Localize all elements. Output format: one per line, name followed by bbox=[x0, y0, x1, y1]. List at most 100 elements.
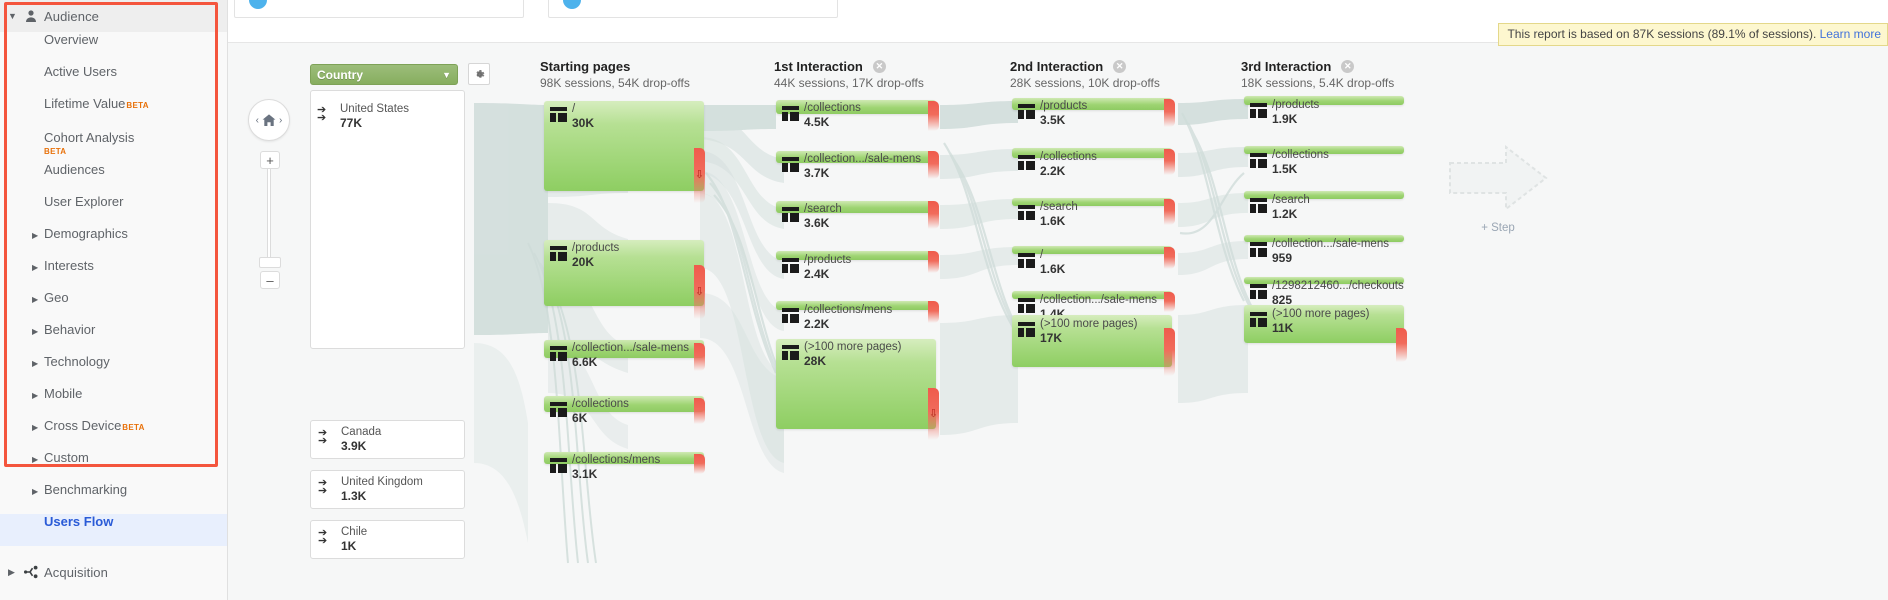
flow-node[interactable] bbox=[1244, 96, 1404, 105]
sidebar-item-users-flow[interactable]: Users Flow bbox=[0, 514, 227, 546]
sidebar-item-user-explorer[interactable]: User Explorer bbox=[0, 194, 227, 226]
dimension-node-chile[interactable]: ➔ ➔ Chile 1K bbox=[310, 520, 465, 559]
chevron-left-icon[interactable]: ‹ bbox=[256, 115, 259, 126]
flow-node[interactable] bbox=[776, 100, 936, 114]
zoom-in-button[interactable]: + bbox=[260, 151, 280, 169]
dropoff-indicator[interactable] bbox=[1396, 328, 1407, 362]
flow-node[interactable] bbox=[1012, 246, 1172, 254]
add-step-control[interactable]: + Step bbox=[1428, 143, 1568, 234]
sidebar-item-custom[interactable]: ▶ Custom bbox=[0, 450, 227, 482]
add-step-label: + Step bbox=[1481, 222, 1515, 234]
zoom-slider-track[interactable] bbox=[267, 169, 271, 257]
dimension-node-united-states[interactable]: ➔ ➔ United States 77K bbox=[310, 98, 465, 135]
dropoff-indicator[interactable] bbox=[1164, 247, 1175, 269]
acquisition-icon bbox=[18, 565, 44, 579]
flow-node[interactable] bbox=[544, 101, 704, 191]
dropoff-indicator[interactable] bbox=[694, 343, 705, 371]
flow-node[interactable] bbox=[776, 301, 936, 310]
dropoff-indicator[interactable] bbox=[694, 398, 705, 424]
flow-node[interactable] bbox=[776, 251, 936, 260]
dropoff-indicator[interactable] bbox=[928, 151, 939, 179]
dropoff-indicator[interactable] bbox=[928, 251, 939, 273]
dropoff-indicator[interactable] bbox=[1164, 199, 1175, 225]
sidebar-item-benchmarking[interactable]: ▶ Benchmarking bbox=[0, 482, 227, 514]
sidebar-section-acquisition[interactable]: ▶ Acquisition bbox=[0, 556, 227, 588]
flow-node[interactable] bbox=[1244, 277, 1404, 284]
sidebar-item-label: Lifetime Value bbox=[44, 96, 126, 111]
dropoff-indicator[interactable] bbox=[1164, 99, 1175, 127]
flow-node[interactable] bbox=[544, 240, 704, 306]
flow-node[interactable] bbox=[1012, 98, 1172, 110]
dimension-node-united-kingdom[interactable]: ➔ ➔ United Kingdom 1.3K bbox=[310, 470, 465, 509]
column-title-text: 3rd Interaction bbox=[1241, 59, 1332, 74]
sidebar-item-demographics[interactable]: ▶ Demographics bbox=[0, 226, 227, 258]
chevron-right-icon: ▶ bbox=[32, 263, 39, 272]
sidebar-item-overview[interactable]: Overview bbox=[0, 32, 227, 64]
beta-badge: BETA bbox=[126, 101, 149, 110]
zoom-out-button[interactable]: – bbox=[260, 271, 280, 289]
flow-node[interactable] bbox=[544, 396, 704, 412]
column-title: 3rd Interaction ✕ bbox=[1241, 59, 1394, 74]
learn-more-link[interactable]: Learn more bbox=[1820, 27, 1881, 41]
dropoff-indicator[interactable]: ⇩ bbox=[694, 148, 705, 203]
flow-node[interactable] bbox=[544, 340, 704, 358]
sidebar-item-mobile[interactable]: ▶ Mobile bbox=[0, 386, 227, 418]
flow-node[interactable] bbox=[1012, 291, 1172, 299]
flow-node[interactable] bbox=[1244, 305, 1404, 343]
dropoff-indicator[interactable] bbox=[1164, 149, 1175, 175]
chevron-right-icon[interactable]: › bbox=[279, 115, 282, 126]
flow-node[interactable] bbox=[1012, 315, 1172, 367]
dimension-select[interactable]: Country ▼ bbox=[310, 64, 458, 85]
dropoff-indicator[interactable] bbox=[694, 454, 705, 474]
flow-node[interactable] bbox=[1244, 146, 1404, 154]
column-header-3rd-interaction: 3rd Interaction ✕ 18K sessions, 5.4K drop… bbox=[1241, 59, 1394, 90]
recenter-home-button[interactable]: ‹ › bbox=[248, 99, 290, 141]
flow-node[interactable] bbox=[1012, 198, 1172, 206]
sidebar-item-cohort-analysis[interactable]: Cohort Analysis BETA bbox=[0, 128, 227, 162]
dimension-node-value: 1K bbox=[341, 539, 357, 553]
column-title-text: 1st Interaction bbox=[774, 59, 863, 74]
dropoff-indicator[interactable] bbox=[1164, 292, 1175, 312]
main-content-area: This report is based on 87K sessions (89… bbox=[228, 0, 1888, 600]
column-title: Starting pages bbox=[540, 59, 631, 74]
flow-node[interactable] bbox=[544, 452, 704, 464]
remove-step-icon[interactable]: ✕ bbox=[872, 60, 886, 74]
sidebar-item-behavior[interactable]: ▶ Behavior bbox=[0, 322, 227, 354]
flow-node[interactable] bbox=[1012, 148, 1172, 158]
sidebar-item-label: Active Users bbox=[44, 64, 117, 79]
sidebar-item-label: Technology bbox=[44, 354, 110, 369]
settings-gear-button[interactable] bbox=[468, 63, 490, 85]
sidebar-item-geo[interactable]: ▶ Geo bbox=[0, 290, 227, 322]
flow-node[interactable] bbox=[1244, 191, 1404, 199]
flow-node[interactable] bbox=[776, 151, 936, 163]
dropoff-indicator[interactable] bbox=[928, 301, 939, 323]
sidebar-item-active-users[interactable]: Active Users bbox=[0, 64, 227, 96]
dimension-node-canada[interactable]: ➔ ➔ Canada 3.9K bbox=[310, 420, 465, 459]
zoom-slider-thumb[interactable] bbox=[259, 257, 281, 268]
entrance-arrows-icon: ➔ ➔ bbox=[318, 427, 328, 447]
sidebar-item-technology[interactable]: ▶ Technology bbox=[0, 354, 227, 386]
zoom-slider[interactable]: + – bbox=[259, 151, 281, 289]
dropoff-indicator[interactable] bbox=[1164, 328, 1175, 376]
chevron-right-icon: ▶ bbox=[32, 423, 39, 432]
flow-node[interactable] bbox=[776, 339, 936, 429]
flow-node[interactable] bbox=[776, 201, 936, 213]
dropoff-arrow-icon: ⇩ bbox=[694, 169, 705, 181]
dropoff-indicator[interactable]: ⇩ bbox=[928, 388, 939, 440]
dropoff-indicator[interactable]: ⇩ bbox=[694, 265, 705, 319]
sidebar-item-cross-device[interactable]: ▶ Cross Device BETA bbox=[0, 418, 227, 450]
dropoff-indicator[interactable] bbox=[928, 101, 939, 131]
entrance-arrows-icon: ➔ ➔ bbox=[317, 104, 327, 124]
sidebar-item-label: Cohort Analysis bbox=[44, 130, 135, 145]
remove-step-icon[interactable]: ✕ bbox=[1113, 60, 1127, 74]
flow-node[interactable] bbox=[1244, 235, 1404, 242]
sidebar-item-interests[interactable]: ▶ Interests bbox=[0, 258, 227, 290]
gear-icon bbox=[475, 69, 484, 78]
remove-step-icon[interactable]: ✕ bbox=[1341, 60, 1355, 74]
sidebar-item-label: Behavior bbox=[44, 322, 96, 337]
sidebar-item-audiences[interactable]: Audiences bbox=[0, 162, 227, 194]
dropoff-indicator[interactable] bbox=[928, 201, 939, 229]
sidebar-item-lifetime-value[interactable]: Lifetime Value BETA bbox=[0, 96, 227, 128]
sidebar-section-audience[interactable]: ▼ Audience bbox=[0, 0, 227, 32]
chevron-right-icon: ▶ bbox=[32, 455, 39, 464]
